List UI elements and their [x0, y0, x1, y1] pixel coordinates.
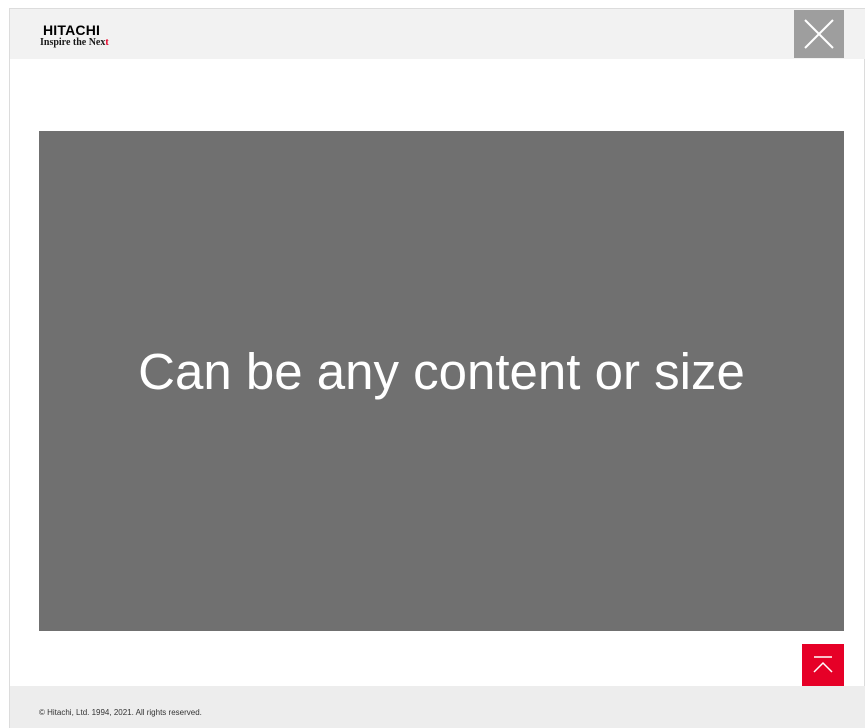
- logo-tagline-main: Inspire the Nex: [40, 37, 106, 48]
- logo-tagline-accent: t: [105, 37, 109, 48]
- close-button[interactable]: [794, 10, 844, 58]
- placeholder-text: Can be any content or size: [138, 342, 745, 400]
- back-to-top-button[interactable]: [802, 644, 844, 686]
- hitachi-logo[interactable]: HITACHI Inspire the Next: [40, 23, 109, 48]
- close-x-icon: [804, 19, 834, 49]
- logo-brand: HITACHI: [43, 22, 101, 38]
- copyright-text: © Hitachi, Ltd. 1994, 2021. All rights r…: [39, 708, 202, 717]
- arrow-up-to-top-icon: [813, 656, 833, 673]
- footer: © Hitachi, Ltd. 1994, 2021. All rights r…: [10, 686, 865, 728]
- header-bar: HITACHI Inspire the Next: [10, 9, 865, 59]
- content-area: Can be any content or size: [39, 131, 844, 631]
- logo-tagline: Inspire the Next: [40, 38, 109, 48]
